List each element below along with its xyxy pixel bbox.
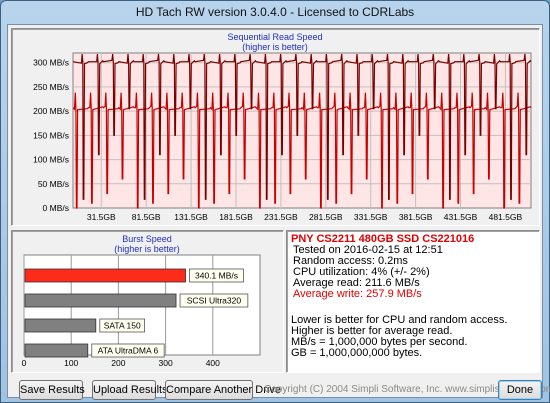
x-tick-label: 381.5GB — [399, 212, 433, 222]
burst-bar-label: SCSI Ultra320 — [187, 296, 242, 306]
burst-speed-chart: Burst Speed (higher is better) 340.1 MB/… — [22, 234, 261, 368]
sequential-read-panel: Sequential Read Speed (higher is better)… — [11, 28, 540, 226]
burst-speed-panel: Burst Speed (higher is better) 340.1 MB/… — [11, 230, 284, 373]
burst-bar-label: 340.1 MB/s — [195, 271, 238, 281]
burst-bar — [24, 318, 97, 333]
burst-x-tick-label: 0 — [22, 358, 27, 368]
burst-x-tick-label: 200 — [111, 358, 125, 368]
y-tick-label: 150 MB/s — [33, 130, 69, 140]
results-info-panel: PNY CS2211 480GB SSD CS221016 Tested on … — [286, 230, 540, 373]
burst-title: Burst Speed — [122, 234, 172, 244]
burst-x-tick-label: 100 — [64, 358, 78, 368]
client-area: Sequential Read Speed (higher is better)… — [7, 24, 550, 400]
x-tick-label: 231.5GB — [264, 212, 298, 222]
y-tick-label: 50 MB/s — [38, 179, 69, 189]
window-title: HD Tach RW version 3.0.4.0 - Licensed to… — [135, 5, 415, 19]
y-tick-label: 250 MB/s — [33, 82, 69, 92]
x-tick-label: 281.5GB — [309, 212, 343, 222]
burst-x-tick-label: 300 — [159, 358, 173, 368]
y-tick-label: 100 MB/s — [33, 155, 69, 165]
burst-subtitle: (higher is better) — [114, 244, 180, 254]
x-tick-label: 181.5GB — [219, 212, 253, 222]
app-window: HD Tach RW version 3.0.4.0 - Licensed to… — [0, 0, 550, 403]
x-tick-label: 331.5GB — [354, 212, 388, 222]
upload-results-button[interactable]: Upload Results — [92, 380, 168, 400]
burst-bar — [24, 343, 89, 358]
y-tick-label: 200 MB/s — [33, 106, 69, 116]
burst-bar — [24, 293, 177, 308]
x-tick-label: 81.5GB — [132, 212, 161, 222]
plot-area — [72, 52, 532, 209]
y-tick-label: 0 MB/s — [43, 203, 69, 213]
sequential-read-chart: Sequential Read Speed (higher is better)… — [33, 32, 532, 222]
burst-bar — [24, 268, 186, 283]
compare-another-drive-button[interactable]: Compare Another Drive — [165, 380, 281, 400]
average-write: Average write: 257.9 MB/s — [293, 288, 422, 300]
burst-x-tick-label: 400 — [206, 358, 220, 368]
x-tick-label: 481.5GB — [489, 212, 523, 222]
burst-bar-label: ATA UltraDMA 6 — [98, 346, 159, 356]
save-results-button[interactable]: Save Results — [19, 380, 85, 400]
note-gb: GB = 1,000,000,000 bytes. — [291, 347, 423, 359]
y-tick-label: 300 MB/s — [33, 58, 69, 68]
x-tick-label: 431.5GB — [444, 212, 478, 222]
x-tick-label: 31.5GB — [87, 212, 116, 222]
y-axis-ticks: 300 MB/s 250 MB/s 200 MB/s 150 MB/s 100 MB/s… — [33, 58, 69, 213]
burst-x-axis-ticks: 0 100 200 300 400 — [22, 358, 221, 368]
done-button[interactable]: Done — [498, 380, 542, 400]
chart-title: Sequential Read Speed — [227, 32, 322, 42]
x-tick-label: 131.5GB — [174, 212, 208, 222]
burst-bar-label: SATA 150 — [104, 321, 141, 331]
x-axis-ticks: 31.5GB 81.5GB 131.5GB 181.5GB 231.5GB 281.5GB… — [87, 212, 523, 222]
chart-subtitle: (higher is better) — [242, 42, 308, 52]
